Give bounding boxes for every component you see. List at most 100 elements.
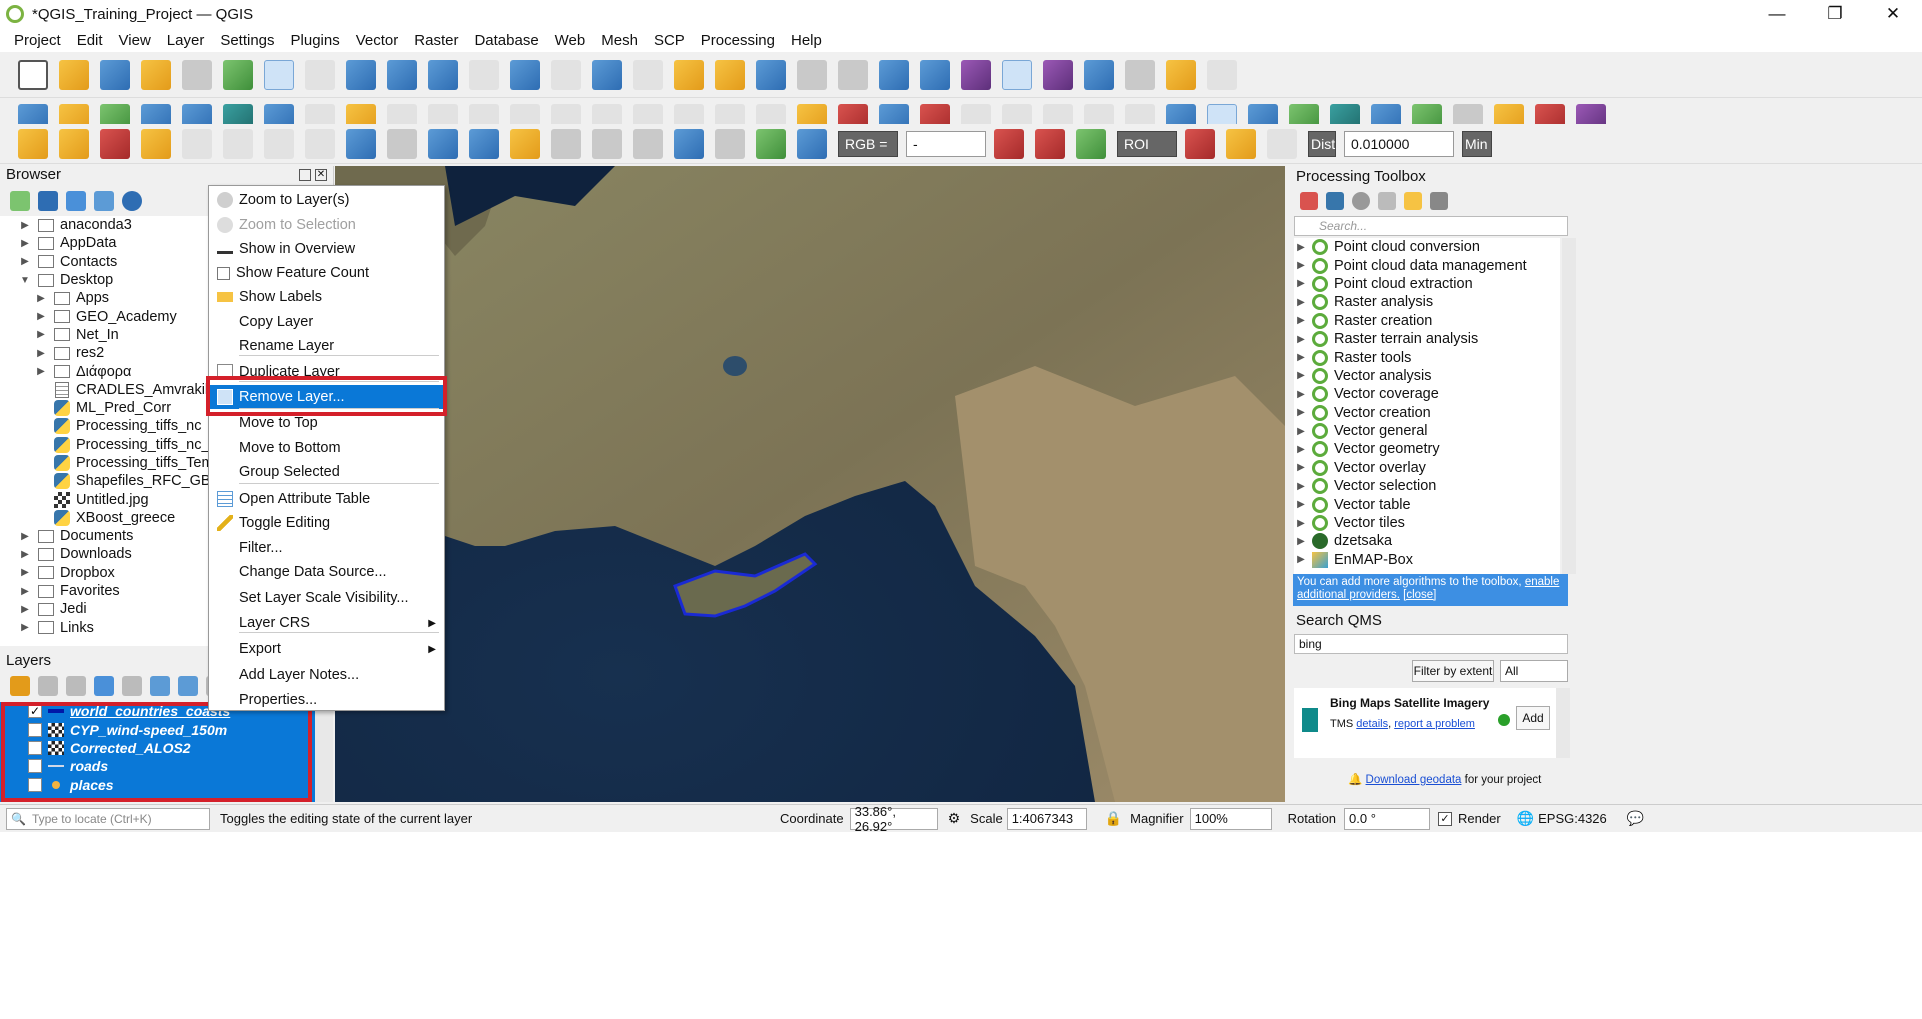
pan-to-selection-icon[interactable] [305, 59, 335, 90]
menu-raster[interactable]: Raster [406, 32, 466, 49]
menu-mesh[interactable]: Mesh [593, 32, 646, 49]
expand-arrow-icon[interactable]: ▶ [34, 348, 48, 359]
line-annotation-icon[interactable] [469, 128, 499, 159]
star-marker-icon[interactable] [510, 128, 540, 159]
menu-processing[interactable]: Processing [693, 32, 783, 49]
add-service-button[interactable]: Add [1516, 706, 1550, 730]
algorithm-group[interactable]: ▶ Raster creation [1294, 312, 1560, 330]
menu-edit[interactable]: Edit [69, 32, 111, 49]
annotation-text-icon[interactable] [346, 128, 376, 159]
expand-arrow-icon[interactable]: ▶ [1294, 315, 1308, 326]
pan-hand-icon[interactable] [264, 59, 294, 90]
polygon-annotation-icon[interactable] [428, 128, 458, 159]
menu-item-show-labels[interactable]: Show Labels [209, 285, 444, 309]
edit-features-inplace-icon[interactable] [1404, 192, 1422, 210]
locate-input[interactable]: 🔍 Type to locate (Ctrl+K) [6, 807, 210, 830]
collapse-all-icon[interactable] [94, 191, 114, 211]
dist-input[interactable]: 0.010000 [1344, 130, 1454, 157]
add-group-icon[interactable] [38, 676, 58, 696]
bookmark-icon[interactable] [756, 59, 786, 90]
expand-arrow-icon[interactable]: ▶ [1294, 407, 1308, 418]
expand-arrow-icon[interactable]: ▶ [1294, 242, 1308, 253]
menu-item-change-data-source[interactable]: Change Data Source... [209, 560, 444, 584]
expand-arrow-icon[interactable]: ▶ [1294, 278, 1308, 289]
style-layer-icon[interactable] [10, 676, 30, 696]
new-3d-view-icon[interactable] [715, 59, 745, 90]
save-project-icon[interactable] [100, 59, 130, 90]
refresh-icon[interactable] [879, 59, 909, 90]
expand-arrow-icon[interactable]: ▶ [18, 549, 32, 560]
text-annotation-icon[interactable] [592, 128, 622, 159]
rgb-value-select[interactable]: - [906, 130, 986, 157]
roi-button[interactable]: ROI [1117, 130, 1177, 157]
image-annotation-icon[interactable] [674, 128, 704, 159]
style-manager-icon[interactable] [223, 59, 253, 90]
filter-expression-icon[interactable] [122, 676, 142, 696]
open-field-calculator-icon[interactable] [961, 59, 991, 90]
panel-float-icon[interactable] [299, 169, 311, 181]
menu-plugins[interactable]: Plugins [283, 32, 348, 49]
menu-item-move-to-bottom[interactable]: Move to Bottom [209, 436, 444, 460]
messages-icon[interactable]: 💬 [1627, 810, 1644, 827]
expand-arrow-icon[interactable]: ▶ [18, 586, 32, 597]
processing-toolbox-icon[interactable] [1002, 59, 1032, 90]
expand-arrow-icon[interactable]: ▶ [1294, 426, 1308, 437]
zoom-to-selection-icon[interactable] [469, 59, 499, 90]
menu-item-add-layer-notes[interactable]: Add Layer Notes... [209, 663, 444, 687]
split-features-icon[interactable] [223, 128, 253, 159]
new-map-view-icon[interactable] [674, 59, 704, 90]
add-selected-layers-icon[interactable] [10, 191, 30, 211]
menu-item-show-in-overview[interactable]: Show in Overview [209, 237, 444, 261]
scp-zoom-plus-icon[interactable] [1076, 128, 1106, 159]
details-link[interactable]: details [1356, 718, 1388, 730]
menu-scp[interactable]: SCP [646, 32, 693, 49]
layers-scrollbar[interactable] [315, 702, 333, 802]
map-tips-icon[interactable] [1166, 59, 1196, 90]
algorithm-group[interactable]: ▶ Vector general [1294, 422, 1560, 440]
algorithm-group[interactable]: ▶ Vector tiles [1294, 514, 1560, 532]
algorithm-group[interactable]: ▶ Point cloud data management [1294, 256, 1560, 274]
expand-arrow-icon[interactable]: ▶ [1294, 352, 1308, 363]
scp-curve-icon[interactable] [994, 128, 1024, 159]
crs-toggle-icon[interactable]: ⚙ [948, 810, 961, 827]
zoom-native-icon[interactable] [551, 59, 581, 90]
expand-arrow-icon[interactable]: ▶ [1294, 297, 1308, 308]
menu-help[interactable]: Help [783, 32, 830, 49]
algorithm-group[interactable]: ▶ Raster analysis [1294, 293, 1560, 311]
text-box-icon[interactable] [633, 128, 663, 159]
new-print-layout-icon[interactable] [141, 59, 171, 90]
algorithm-group[interactable]: ▶ Vector table [1294, 495, 1560, 513]
expand-arrow-icon[interactable]: ▶ [18, 567, 32, 578]
merge-features-icon[interactable] [264, 128, 294, 159]
rgb-select[interactable]: RGB = [838, 130, 898, 157]
open-project-icon[interactable] [59, 59, 89, 90]
new-project-icon[interactable] [18, 59, 48, 90]
restore-button[interactable]: ❐ [1806, 0, 1864, 28]
info-icon[interactable] [122, 191, 142, 211]
crs-globe-icon[interactable]: 🌐 [1517, 810, 1534, 827]
map-canvas[interactable] [335, 166, 1285, 802]
menu-item-copy-layer[interactable]: Copy Layer [209, 310, 444, 334]
expand-arrow-icon[interactable]: ▶ [34, 366, 48, 377]
select-location-icon[interactable] [141, 128, 171, 159]
advanced-digitize-icon[interactable] [182, 128, 212, 159]
menu-item-zoom-to-layer-s[interactable]: Zoom to Layer(s) [209, 188, 444, 212]
zoom-full-icon[interactable] [428, 59, 458, 90]
coordinate-input[interactable]: 33.86°, 26.92° [849, 804, 938, 834]
expand-arrow-icon[interactable]: ▶ [18, 622, 32, 633]
panel-close-icon[interactable]: ✕ [315, 169, 327, 181]
algorithm-group[interactable]: ▶ Point cloud conversion [1294, 238, 1560, 256]
algorithm-group[interactable]: ▶ Vector coverage [1294, 385, 1560, 403]
expand-arrow-icon[interactable]: ▶ [1294, 334, 1308, 345]
scp-plus-icon[interactable] [1226, 128, 1256, 159]
deselect-icon[interactable] [100, 128, 130, 159]
zoom-out-icon[interactable] [387, 59, 417, 90]
expand-arrow-icon[interactable]: ▶ [1294, 481, 1308, 492]
expand-arrow-icon[interactable]: ▶ [1294, 518, 1308, 529]
menu-project[interactable]: Project [6, 32, 69, 49]
close-button[interactable]: ✕ [1864, 0, 1922, 28]
menu-web[interactable]: Web [547, 32, 594, 49]
attribute-table-icon[interactable] [1084, 59, 1114, 90]
menu-item-open-attribute-table[interactable]: Open Attribute Table [209, 487, 444, 511]
expand-arrow-icon[interactable]: ▶ [1294, 260, 1308, 271]
